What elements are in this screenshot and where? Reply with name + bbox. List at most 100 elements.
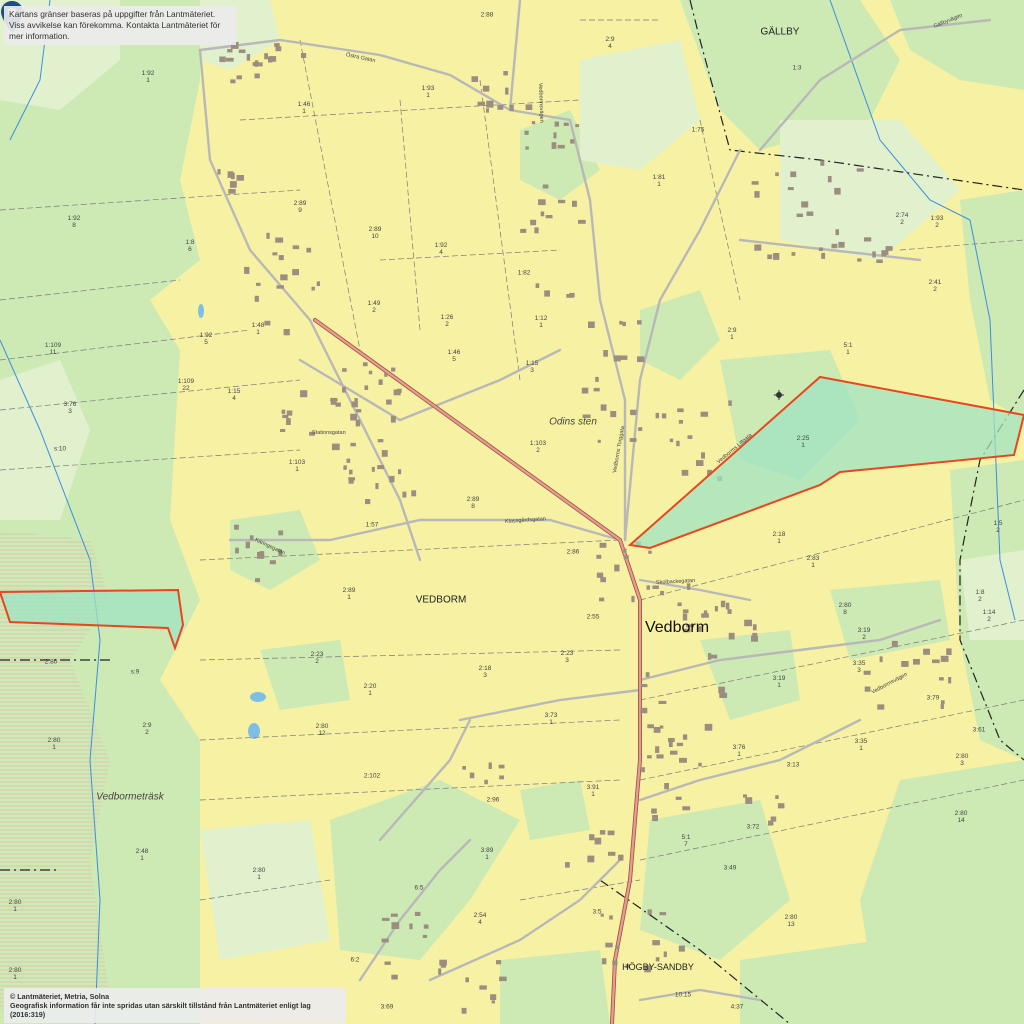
building (230, 79, 236, 84)
building (509, 104, 514, 112)
building (286, 410, 293, 416)
building (276, 285, 284, 289)
map-view[interactable]: 1:92 1 1:93 1 1:46 1 2:88 2:9 4 1:75 1:81 1 1:3… (0, 0, 1024, 1024)
building (790, 171, 797, 178)
parcel-label: 2:89 9 (293, 200, 307, 214)
parcel-label: 2:80 8 (838, 602, 852, 616)
building (701, 613, 709, 618)
building (390, 415, 396, 423)
building (655, 957, 660, 962)
building (751, 635, 758, 642)
building (557, 144, 565, 149)
building (623, 555, 629, 559)
building (754, 191, 760, 198)
map-canvas[interactable] (0, 0, 1024, 1024)
building (246, 54, 251, 61)
building (486, 100, 494, 108)
building (316, 281, 320, 286)
building (720, 600, 726, 608)
building (534, 227, 539, 234)
building (236, 175, 244, 181)
building (259, 551, 265, 557)
building (678, 420, 683, 424)
building (659, 912, 667, 916)
building (440, 961, 446, 968)
building (857, 258, 862, 262)
building (343, 465, 347, 470)
building (773, 253, 780, 260)
building (610, 411, 617, 418)
building (368, 370, 373, 375)
building (349, 469, 353, 475)
parcel-label: 3:35 3 (852, 660, 866, 674)
parcel-label: 4:37 (730, 1003, 744, 1011)
building (391, 974, 398, 980)
parcel-label: 2:55 (586, 613, 600, 621)
building (661, 413, 667, 419)
parcel-label: 3:73 1 (544, 712, 558, 726)
parcel-label: 2:23 2 (310, 651, 324, 665)
building (876, 259, 883, 263)
building (292, 269, 299, 276)
building (820, 160, 825, 166)
building (525, 104, 533, 110)
building (538, 199, 546, 206)
parcel-label: 1:93 1 (421, 85, 435, 99)
parcel-label: 10:15 (674, 991, 692, 999)
building (575, 124, 580, 128)
building (787, 187, 794, 191)
place-gallby: GÄLLBY (760, 26, 800, 38)
building (932, 659, 940, 664)
building (384, 373, 388, 377)
building (601, 958, 607, 965)
building (605, 942, 613, 948)
building (351, 401, 358, 408)
building (838, 241, 845, 248)
parcel-label: 1:14 2 (982, 609, 996, 623)
building (558, 199, 566, 204)
building (614, 564, 620, 572)
building (378, 379, 383, 385)
building (652, 815, 658, 822)
building (342, 386, 346, 393)
building (275, 46, 282, 52)
building (865, 687, 869, 692)
building (525, 146, 529, 150)
building (668, 740, 673, 747)
building (831, 243, 838, 249)
building (640, 684, 648, 688)
building (728, 400, 732, 406)
parcel-label: 1:93 2 (930, 215, 944, 229)
parcel-label: 1:8 2 (975, 589, 985, 603)
building (612, 960, 618, 966)
building (350, 413, 357, 421)
parcel-label: 1:109 22 (177, 378, 195, 392)
building (864, 237, 872, 242)
building (656, 754, 664, 759)
building (505, 87, 509, 95)
building (254, 73, 260, 79)
building (745, 797, 753, 804)
building (497, 104, 504, 110)
parcel-label: s:9 (130, 668, 140, 676)
building (348, 477, 356, 481)
building (727, 609, 732, 614)
building (409, 923, 413, 930)
building (588, 321, 595, 328)
building (620, 355, 628, 360)
building (402, 491, 407, 498)
building (821, 252, 826, 259)
parcel-label: 1:46 1 (297, 101, 311, 115)
building (245, 541, 250, 549)
place-vedbormetrask: Vedbormeträsk (96, 791, 164, 803)
building (255, 578, 261, 583)
building (885, 246, 893, 251)
building (266, 232, 270, 239)
building (754, 244, 762, 251)
building (335, 402, 341, 407)
building (655, 746, 660, 753)
building (608, 851, 616, 856)
building (647, 909, 652, 915)
building (524, 130, 529, 135)
building (572, 200, 577, 207)
